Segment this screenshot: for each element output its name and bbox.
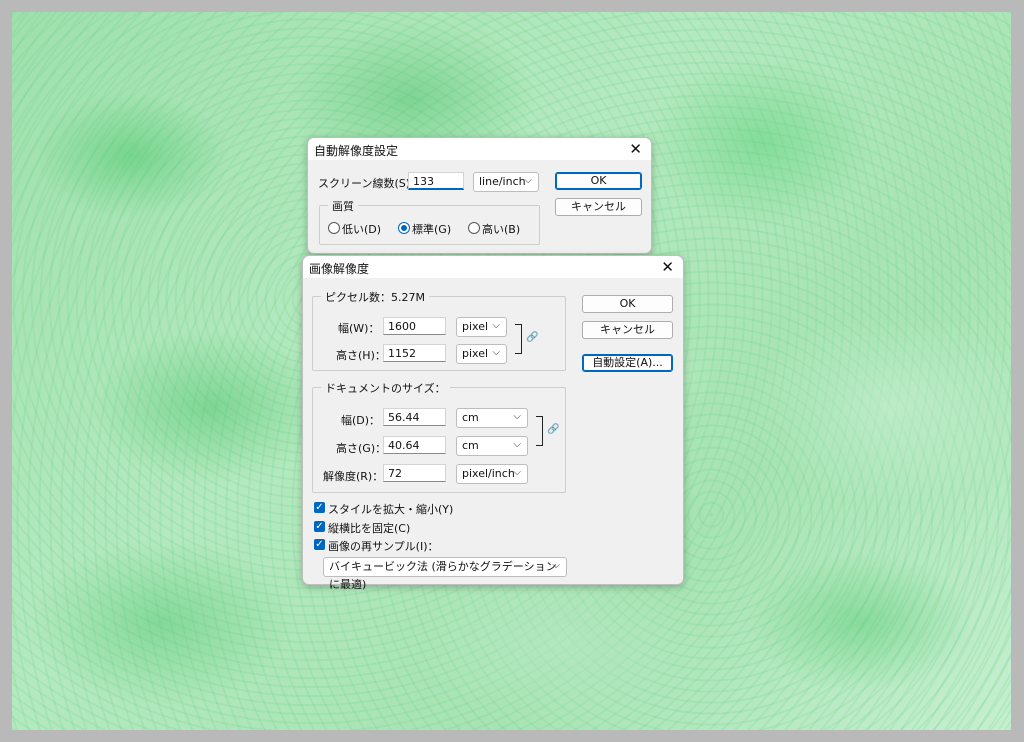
quality-standard-label: 標準(G) [412, 223, 452, 236]
pixel-link-bracket [515, 324, 522, 354]
resample-method-select[interactable]: バイキュービック法 (滑らかなグラデーションに最適) ⌵ [323, 557, 567, 591]
image-size-title: 画像解像度 [309, 262, 370, 276]
doc-width-input[interactable]: 56.44 [383, 408, 446, 426]
screen-frequency-label: スクリーン線数(S)： [318, 177, 422, 190]
chain-link-icon: 🔗 [547, 424, 560, 435]
auto-cancel-button[interactable]: キャンセル [555, 198, 642, 216]
quality-low-label: 低い(D) [342, 223, 382, 236]
resolution-unit-value: pixel/inch [462, 467, 515, 480]
image-size-titlebar[interactable]: 画像解像度 ✕ [303, 256, 683, 278]
screen-unit-select[interactable]: line/inch ⌵ [473, 172, 539, 192]
quality-standard-radio[interactable] [398, 222, 410, 234]
image-size-dialog: 画像解像度 ✕ ピクセル数：5.27M 幅(W)： 1600 pixel ⌵ 高… [302, 255, 684, 591]
doc-height-label: 高さ(G)： [336, 442, 387, 455]
height-unit-value: pixel [462, 347, 489, 360]
chevron-down-icon: ⌵ [513, 467, 521, 478]
close-icon[interactable]: ✕ [661, 258, 674, 276]
resolution-input[interactable]: 72 [383, 464, 446, 482]
height-input[interactable]: 1152 [383, 344, 446, 362]
chain-link-icon: 🔗 [526, 332, 539, 343]
resample-label: 画像の再サンプル(I)： [328, 540, 439, 553]
chevron-down-icon: ⌵ [513, 439, 521, 450]
chevron-down-icon: ⌵ [552, 560, 560, 571]
chevron-down-icon: ⌵ [492, 320, 500, 331]
document-size-legend: ドキュメントのサイズ： [321, 380, 450, 396]
width-label: 幅(W)： [338, 322, 380, 335]
image-cancel-button[interactable]: キャンセル [582, 321, 673, 339]
scale-styles-checkbox[interactable]: ✓ [314, 502, 325, 513]
doc-height-unit-select[interactable]: cm ⌵ [456, 436, 528, 456]
screen-unit-value: line/inch [479, 175, 526, 188]
resolution-unit-select[interactable]: pixel/inch ⌵ [456, 464, 528, 484]
quality-legend: 画質 [328, 198, 358, 214]
image-ok-button[interactable]: OK [582, 295, 673, 313]
chevron-down-icon: ⌵ [513, 411, 521, 422]
height-unit-select[interactable]: pixel ⌵ [456, 344, 507, 364]
close-icon[interactable]: ✕ [629, 140, 642, 158]
height-label: 高さ(H)： [336, 349, 386, 362]
resolution-label: 解像度(R)： [323, 470, 384, 483]
doc-height-input[interactable]: 40.64 [383, 436, 446, 454]
chevron-down-icon: ⌵ [492, 347, 500, 358]
screen-frequency-input[interactable]: 133 [408, 172, 464, 190]
quality-high-radio[interactable] [468, 222, 480, 234]
auto-ok-button[interactable]: OK [555, 172, 642, 190]
document-link-bracket [536, 416, 543, 446]
auto-settings-button[interactable]: 自動設定(A)... [582, 354, 673, 372]
width-input[interactable]: 1600 [383, 317, 446, 335]
chevron-down-icon: ⌵ [524, 175, 532, 186]
auto-resolution-title: 自動解像度設定 [314, 144, 399, 158]
quality-high-label: 高い(B) [482, 223, 521, 236]
quality-group: 画質 低い(D) 標準(G) 高い(B) [319, 198, 540, 245]
doc-width-label: 幅(D)： [341, 414, 381, 427]
scale-styles-label: スタイルを拡大・縮小(Y) [328, 503, 454, 516]
constrain-proportions-checkbox[interactable]: ✓ [314, 521, 325, 532]
quality-low-radio[interactable] [328, 222, 340, 234]
doc-width-unit-value: cm [462, 411, 479, 424]
constrain-proportions-label: 縦横比を固定(C) [328, 522, 411, 535]
width-unit-value: pixel [462, 320, 489, 333]
doc-width-unit-select[interactable]: cm ⌵ [456, 408, 528, 428]
pixel-count-legend: ピクセル数：5.27M [321, 289, 429, 305]
width-unit-select[interactable]: pixel ⌵ [456, 317, 507, 337]
doc-height-unit-value: cm [462, 439, 479, 452]
resample-checkbox[interactable]: ✓ [314, 539, 325, 550]
auto-resolution-dialog: 自動解像度設定 ✕ スクリーン線数(S)： 133 line/inch ⌵ OK… [307, 137, 652, 254]
auto-resolution-titlebar[interactable]: 自動解像度設定 ✕ [308, 138, 651, 160]
